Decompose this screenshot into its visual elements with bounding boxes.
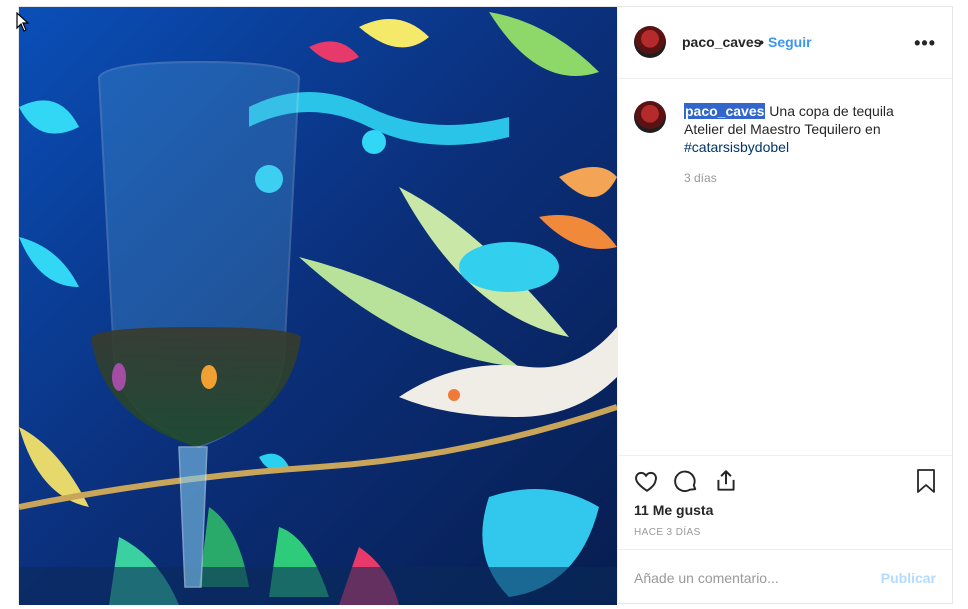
actions-section: 11 Me gusta HACE 3 DÍAS — [618, 455, 952, 550]
heart-icon[interactable] — [634, 468, 660, 499]
post-sidebar: paco_caves • Seguir ••• paco_caves Una c… — [617, 7, 952, 603]
caption-avatar[interactable] — [634, 101, 666, 133]
post-photo[interactable] — [19, 7, 617, 605]
mouse-cursor-icon — [16, 12, 30, 32]
publish-button[interactable]: Publicar — [881, 570, 936, 586]
add-comment-bar: Añade un comentario... Publicar — [618, 549, 952, 604]
comment-input[interactable]: Añade un comentario... — [634, 570, 779, 586]
caption-username-link[interactable]: paco_caves — [684, 103, 766, 119]
separator-dot: • — [759, 34, 764, 50]
more-options-icon[interactable]: ••• — [914, 33, 936, 54]
caption: paco_caves Una copa de tequila Atelier d… — [684, 102, 914, 156]
bookmark-icon[interactable] — [914, 468, 938, 499]
tequila-glass-image — [19, 7, 617, 605]
caption-timestamp[interactable]: 3 días — [684, 171, 717, 185]
comment-icon[interactable] — [673, 468, 699, 499]
likes-count[interactable]: 11 Me gusta — [634, 502, 713, 518]
share-icon[interactable] — [713, 468, 739, 499]
follow-button[interactable]: Seguir — [768, 34, 812, 50]
instagram-post: paco_caves • Seguir ••• paco_caves Una c… — [18, 6, 953, 605]
post-header: paco_caves • Seguir ••• — [618, 7, 952, 79]
post-timestamp[interactable]: HACE 3 DÍAS — [634, 527, 701, 538]
hashtag-link[interactable]: #catarsisbydobel — [684, 139, 789, 155]
avatar[interactable] — [634, 26, 666, 58]
username-link[interactable]: paco_caves — [682, 34, 761, 50]
comments-area: paco_caves Una copa de tequila Atelier d… — [618, 79, 952, 454]
